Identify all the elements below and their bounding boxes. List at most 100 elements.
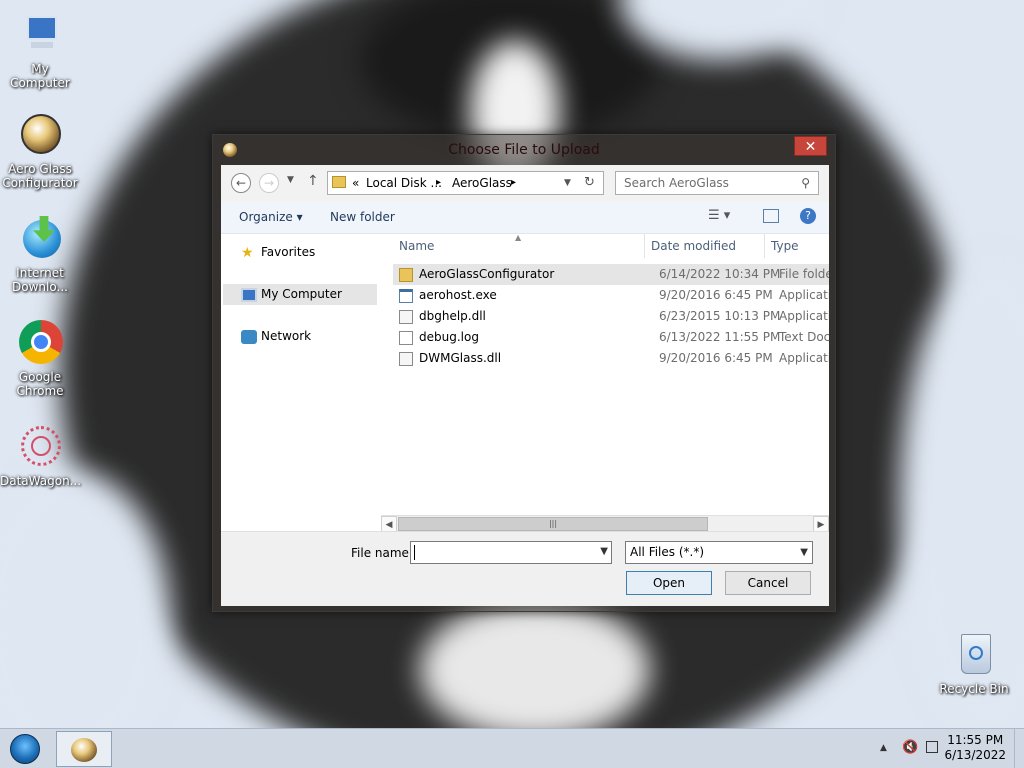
nav-item-favorites[interactable]: ★ Favorites xyxy=(223,242,377,263)
volume-muted-icon[interactable]: 🔇 xyxy=(902,740,918,755)
file-date: 9/20/2016 6:45 PM xyxy=(659,288,773,302)
windows-logo-icon xyxy=(10,734,40,764)
dll-icon xyxy=(399,310,413,324)
recent-locations-dropdown[interactable]: ▼ xyxy=(287,175,294,185)
desktop-icon-datawagon[interactable]: DataWagon... xyxy=(0,424,82,488)
taskbar: ▲ 🔇 11:55 PM 6/13/2022 xyxy=(0,728,1024,768)
nav-item-label: Favorites xyxy=(261,245,316,259)
nav-item-network[interactable]: Network xyxy=(223,326,377,347)
system-tray: ▲ 🔇 11:55 PM 6/13/2022 xyxy=(864,729,1024,768)
arrow-left-icon: ← xyxy=(235,176,247,190)
address-bar[interactable]: « Local Disk ... ▸ AeroGlass ▸ ▼ ↻ xyxy=(327,171,604,195)
folder-icon xyxy=(332,176,346,188)
file-date: 6/23/2015 10:13 PM xyxy=(659,309,781,323)
file-name: aerohost.exe xyxy=(419,288,497,302)
forward-button[interactable]: → xyxy=(259,173,279,193)
new-folder-button[interactable]: New folder xyxy=(330,210,395,224)
breadcrumb-aeroglass[interactable]: AeroGlass xyxy=(452,172,512,194)
desktop-icon-label: Internet Downlo... xyxy=(12,266,68,294)
desktop-icon-label: Aero Glass Configurator xyxy=(2,162,78,190)
desktop-icon-label: My Computer xyxy=(10,62,70,90)
file-row[interactable]: dbghelp.dll 6/23/2015 10:13 PM Applicati… xyxy=(393,306,829,327)
view-options-icon[interactable]: ☰ ▾ xyxy=(708,208,730,223)
preview-pane-icon[interactable] xyxy=(763,209,779,223)
help-icon[interactable]: ? xyxy=(800,208,816,224)
desktop-icon-internet-download[interactable]: Internet Downlo... xyxy=(0,216,80,294)
show-desktop-button[interactable] xyxy=(1014,729,1024,768)
close-button[interactable]: ✕ xyxy=(794,136,827,156)
dialog-title: Choose File to Upload xyxy=(448,142,600,158)
start-button[interactable] xyxy=(4,732,46,766)
file-type: Application extension xyxy=(779,309,829,323)
nav-item-my-computer[interactable]: My Computer xyxy=(223,284,377,305)
file-row[interactable]: AeroGlassConfigurator 6/14/2022 10:34 PM… xyxy=(393,264,829,285)
desktop-icon-label: DataWagon... xyxy=(0,474,82,488)
nav-item-label: My Computer xyxy=(261,287,342,301)
desktop-icon-recycle-bin[interactable]: Recycle Bin xyxy=(934,632,1014,696)
clock-time: 11:55 PM xyxy=(947,733,1004,747)
computer-icon xyxy=(241,288,257,302)
desktop-icon-chrome[interactable]: Google Chrome xyxy=(0,320,80,398)
file-name: debug.log xyxy=(419,330,479,344)
horizontal-scrollbar[interactable]: ◀ ||| ▶ xyxy=(381,515,829,532)
internet-download-icon xyxy=(17,216,63,262)
nav-item-label: Network xyxy=(261,329,312,343)
search-icon: ⚲ xyxy=(801,176,810,190)
file-type: File folder xyxy=(779,267,829,281)
refresh-icon[interactable]: ↻ xyxy=(584,172,595,194)
file-type: Application xyxy=(779,288,829,302)
up-button[interactable]: ↑ xyxy=(307,173,319,189)
file-row[interactable]: DWMGlass.dll 9/20/2016 6:45 PM Applicati… xyxy=(393,348,829,369)
desktop-icon-label: Recycle Bin xyxy=(939,682,1009,696)
desktop-icon-my-computer[interactable]: My Computer xyxy=(0,12,80,90)
star-icon: ★ xyxy=(241,245,254,261)
file-type-filter[interactable]: All Files (*.*) ▼ xyxy=(625,541,813,564)
file-type: Application extension xyxy=(779,351,829,365)
chrome-icon xyxy=(17,320,63,366)
aero-glass-icon xyxy=(17,112,63,158)
search-input[interactable]: Search AeroGlass ⚲ xyxy=(615,171,819,195)
breadcrumb-local-disk[interactable]: Local Disk ... xyxy=(366,172,442,194)
sort-ascending-icon: ▲ xyxy=(515,234,522,242)
column-header-date[interactable]: Date modified xyxy=(645,234,765,258)
exe-icon xyxy=(399,289,413,303)
search-placeholder: Search AeroGlass xyxy=(624,176,729,190)
chevron-down-icon[interactable]: ▼ xyxy=(600,546,608,557)
dialog-footer: File name: ▼ All Files (*.*) ▼ Open Canc… xyxy=(221,531,829,606)
breadcrumb-separator[interactable]: ▸ xyxy=(511,172,516,194)
arrow-right-icon: → xyxy=(263,176,275,190)
file-date: 6/13/2022 11:55 PM xyxy=(659,330,781,344)
scroll-left-arrow-icon[interactable]: ◀ xyxy=(381,516,397,532)
scroll-right-arrow-icon[interactable]: ▶ xyxy=(813,516,829,532)
column-header-label: Name xyxy=(399,239,435,253)
cancel-button[interactable]: Cancel xyxy=(725,571,811,595)
file-row[interactable]: aerohost.exe 9/20/2016 6:45 PM Applicati… xyxy=(393,285,829,306)
network-icon xyxy=(241,330,257,344)
dialog-titlebar[interactable]: Choose File to Upload ✕ xyxy=(213,135,835,165)
show-hidden-icons-icon[interactable]: ▲ xyxy=(880,743,887,753)
clock[interactable]: 11:55 PM 6/13/2022 xyxy=(944,733,1006,763)
open-button[interactable]: Open xyxy=(626,571,712,595)
file-name-label: File name: xyxy=(351,546,413,560)
chevron-down-icon: ▼ xyxy=(800,547,808,558)
organize-button[interactable]: Organize ▾ xyxy=(239,210,303,224)
file-row[interactable]: debug.log 6/13/2022 11:55 PM Text Docume… xyxy=(393,327,829,348)
column-header-name[interactable]: Name ▲ xyxy=(393,234,645,258)
address-prefix: « xyxy=(352,176,360,190)
network-icon[interactable] xyxy=(926,741,938,753)
dll-icon xyxy=(399,352,413,366)
desktop-icon-aero-glass[interactable]: Aero Glass Configurator xyxy=(0,112,80,190)
taskbar-item-aero-glass[interactable] xyxy=(56,731,112,767)
recycle-bin-icon xyxy=(951,632,997,678)
text-file-icon xyxy=(399,331,413,345)
desktop-icon-label: Google Chrome xyxy=(16,370,64,398)
address-dropdown-icon[interactable]: ▼ xyxy=(564,172,571,194)
computer-icon xyxy=(17,12,63,58)
dialog-toolbar: Organize ▾ New folder ☰ ▾ ? xyxy=(221,202,829,234)
file-name-input[interactable]: ▼ xyxy=(410,541,612,564)
breadcrumb-separator[interactable]: ▸ xyxy=(436,172,441,194)
back-button[interactable]: ← xyxy=(231,173,251,193)
scroll-thumb[interactable]: ||| xyxy=(398,517,708,531)
column-header-type[interactable]: Type xyxy=(765,234,829,258)
file-name: DWMGlass.dll xyxy=(419,351,502,365)
